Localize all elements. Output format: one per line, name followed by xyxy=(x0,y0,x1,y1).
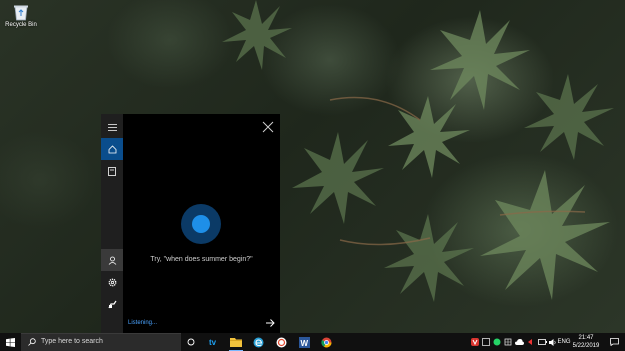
home-icon xyxy=(108,144,116,153)
notebook-icon xyxy=(108,166,116,176)
tv-app-button[interactable]: tv xyxy=(205,333,223,351)
menu-button[interactable] xyxy=(101,116,123,138)
word-icon: W xyxy=(298,336,310,348)
cortana-orb[interactable] xyxy=(181,204,221,244)
cloud-icon xyxy=(514,339,524,345)
tray-window-icon xyxy=(482,338,490,346)
settings-button[interactable] xyxy=(101,271,123,293)
desktop-wallpaper xyxy=(0,0,625,333)
word-button[interactable]: W xyxy=(295,333,313,351)
home-button[interactable] xyxy=(101,138,123,160)
show-hidden-icons-button[interactable] xyxy=(525,333,535,351)
recycle-bin[interactable]: Recycle Bin xyxy=(2,3,40,28)
whatsapp-icon xyxy=(493,338,501,346)
cortana-hint: Try, "when does summer begin?" xyxy=(150,256,253,263)
action-center-button[interactable] xyxy=(607,333,621,351)
notebook-button[interactable] xyxy=(101,160,123,182)
tray-app-icon-2[interactable] xyxy=(481,333,491,351)
edge-icon xyxy=(253,337,263,347)
chrome-button[interactable] xyxy=(317,333,335,351)
svg-text:W: W xyxy=(300,339,308,348)
chrome-icon xyxy=(320,337,331,347)
windows-logo-icon xyxy=(6,337,15,347)
scratch-icon xyxy=(276,337,286,347)
search-placeholder: Type here to search xyxy=(41,338,103,345)
file-explorer-icon xyxy=(230,338,242,347)
tray-app-icon-3[interactable] xyxy=(492,333,502,351)
account-icon xyxy=(108,256,116,265)
send-arrow-icon[interactable] xyxy=(265,318,275,328)
tray-grid-icon xyxy=(504,338,512,346)
recycle-bin-label: Recycle Bin xyxy=(5,22,37,28)
search-icon xyxy=(28,338,36,346)
account-button[interactable] xyxy=(101,249,123,271)
cortana-panel: Try, "when does summer begin?" Listening… xyxy=(101,114,280,333)
taskbar: Type here to search tv W ENG 21:47 5/22/… xyxy=(0,333,625,351)
vivaldi-icon xyxy=(471,338,479,346)
file-explorer-button[interactable] xyxy=(227,333,245,351)
clock[interactable]: 21:47 5/22/2019 xyxy=(566,334,606,350)
leaves-decor xyxy=(222,0,614,302)
battery-icon xyxy=(537,339,547,345)
listening-status: Listening... xyxy=(128,320,158,326)
search-box[interactable]: Type here to search xyxy=(21,333,181,351)
triangle-left-icon xyxy=(528,339,532,345)
tray-app-icon-4[interactable] xyxy=(503,333,513,351)
start-button[interactable] xyxy=(0,333,21,351)
feedback-icon xyxy=(107,300,116,308)
cortana-taskbar-button[interactable] xyxy=(183,333,199,351)
cortana-sidebar xyxy=(101,114,123,333)
clock-time: 21:47 xyxy=(578,335,594,341)
tv-app-icon: tv xyxy=(209,338,217,347)
scratch-button[interactable] xyxy=(272,333,290,351)
cortana-orb-core xyxy=(192,215,210,233)
recycle-bin-icon xyxy=(14,5,28,21)
onedrive-button[interactable] xyxy=(514,333,524,351)
svg-text:tv: tv xyxy=(209,338,217,347)
close-icon[interactable] xyxy=(262,121,274,133)
settings-icon xyxy=(108,278,116,286)
feedback-button[interactable] xyxy=(101,293,123,315)
clock-date: 5/22/2019 xyxy=(572,343,600,349)
battery-button[interactable] xyxy=(537,333,547,351)
edge-button[interactable] xyxy=(249,333,267,351)
cortana-icon xyxy=(187,338,195,346)
tray-app-icon-1[interactable] xyxy=(470,333,480,351)
menu-icon xyxy=(107,123,117,131)
notification-icon xyxy=(609,338,619,346)
